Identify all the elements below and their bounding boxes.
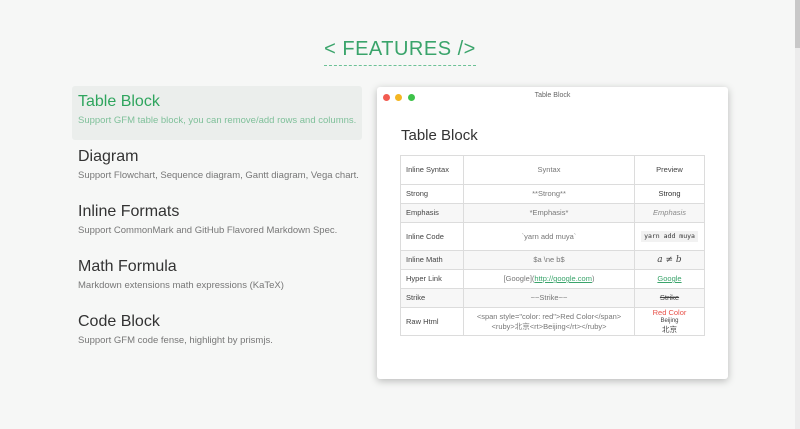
table-header-cell: Inline Syntax xyxy=(400,155,464,185)
row-name: Inline Code xyxy=(400,222,464,251)
feature-inline-formats[interactable]: Inline Formats Support CommonMark and Gi… xyxy=(72,196,362,250)
feature-desc: Support Flowchart, Sequence diagram, Gan… xyxy=(78,170,359,181)
row-preview: Strike xyxy=(634,288,705,308)
features-list: Table Block Support GFM table block, you… xyxy=(72,86,362,361)
row-name: Hyper Link xyxy=(400,269,464,289)
feature-title: Code Block xyxy=(78,313,160,330)
feature-table-block[interactable]: Table Block Support GFM table block, you… xyxy=(72,86,362,140)
feature-desc: Markdown extensions math expressions (Ka… xyxy=(78,280,284,291)
syntax-link[interactable]: http://google.com xyxy=(534,274,592,283)
row-preview: Emphasis xyxy=(634,203,705,223)
feature-title: Diagram xyxy=(78,148,139,165)
feature-desc: Support GFM table block, you can remove/… xyxy=(78,115,357,126)
row-name: Inline Math xyxy=(400,250,464,270)
table-row: Hyper Link [Google](http://google.com) G… xyxy=(400,269,705,289)
row-syntax: $a \ne b$ xyxy=(463,250,635,270)
table-row: Emphasis *Emphasis* Emphasis xyxy=(400,203,705,223)
row-syntax: *Emphasis* xyxy=(463,203,635,223)
table-header-row: Inline Syntax Syntax Preview xyxy=(400,155,705,185)
feature-title: Inline Formats xyxy=(78,203,180,220)
row-preview: Red Color Beijing 北京 xyxy=(634,307,705,336)
row-name: Emphasis xyxy=(400,203,464,223)
row-syntax: <span style="color: red">Red Color</span… xyxy=(463,307,635,336)
row-preview: yarn add muya xyxy=(634,222,705,251)
table-header-cell: Preview xyxy=(634,155,705,185)
row-preview: a ≠ b xyxy=(634,250,705,270)
preview-window: Table Block Table Block Inline Syntax Sy… xyxy=(377,87,728,379)
row-preview: Google xyxy=(634,269,705,289)
feature-title: Math Formula xyxy=(78,258,177,275)
table-row: Strong **Strong** Strong xyxy=(400,184,705,204)
window-title: Table Block xyxy=(534,92,571,99)
table-row: Raw Html <span style="color: red">Red Co… xyxy=(400,307,705,336)
feature-desc: Support GFM code fense, highlight by pri… xyxy=(78,335,273,346)
table-row: Strike ~~Strike~~ Strike xyxy=(400,288,705,308)
row-preview: Strong xyxy=(634,184,705,204)
feature-title: Table Block xyxy=(78,93,160,110)
table-row: Inline Code `yarn add muya` yarn add muy… xyxy=(400,222,705,251)
feature-code-block[interactable]: Code Block Support GFM code fense, highl… xyxy=(72,306,362,360)
features-heading: < FEATURES /> xyxy=(0,38,800,66)
row-syntax: ~~Strike~~ xyxy=(463,288,635,308)
table-header-cell: Syntax xyxy=(463,155,635,185)
row-syntax: `yarn add muya` xyxy=(463,222,635,251)
preview-link[interactable]: Google xyxy=(657,274,681,283)
row-name: Raw Html xyxy=(400,307,464,336)
row-syntax: [Google](http://google.com) xyxy=(463,269,635,289)
feature-desc: Support CommonMark and GitHub Flavored M… xyxy=(78,225,338,236)
table-row: Inline Math $a \ne b$ a ≠ b xyxy=(400,250,705,270)
row-syntax: **Strong** xyxy=(463,184,635,204)
feature-math-formula[interactable]: Math Formula Markdown extensions math ex… xyxy=(72,251,362,305)
markdown-table[interactable]: Inline Syntax Syntax Preview Strong **St… xyxy=(400,155,705,336)
row-name: Strong xyxy=(400,184,464,204)
window-titlebar: Table Block xyxy=(377,87,728,107)
document-heading: Table Block xyxy=(401,127,478,144)
row-name: Strike xyxy=(400,288,464,308)
feature-diagram[interactable]: Diagram Support Flowchart, Sequence diag… xyxy=(72,141,362,195)
